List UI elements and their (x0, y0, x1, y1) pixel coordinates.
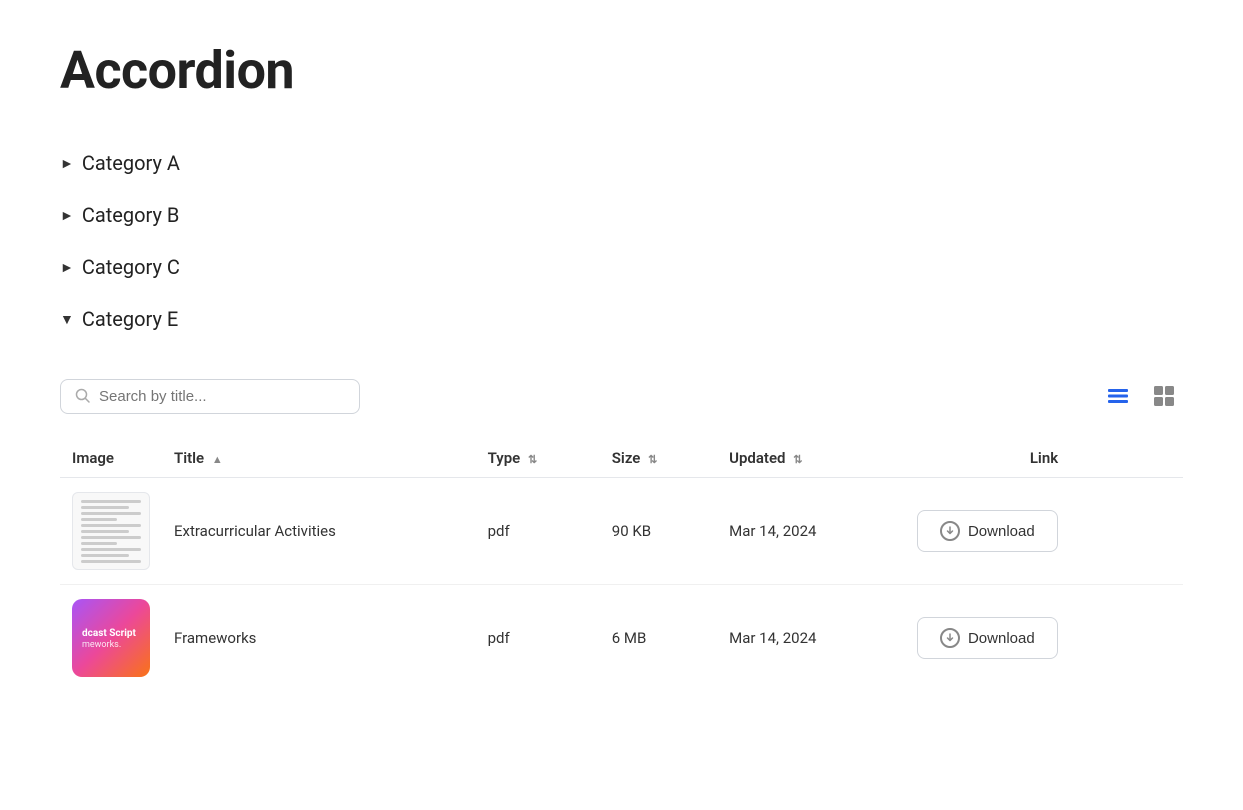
cell-size: 90 KB (600, 478, 717, 585)
files-table: Image Title ▲ Type ⇅ Size ⇅ Updated ⇅ Li… (60, 439, 1183, 691)
search-input[interactable] (99, 388, 345, 405)
table-row: dcast Script meworks. Frameworks pdf 6 M… (60, 585, 1183, 692)
download-button[interactable]: Download (917, 617, 1058, 659)
grid-view-button[interactable] (1145, 377, 1183, 415)
accordion-item[interactable]: ▼ Category E (60, 293, 1183, 345)
cell-title: Extracurricular Activities (162, 478, 476, 585)
download-button[interactable]: Download (917, 510, 1058, 552)
accordion-item[interactable]: ► Category A (60, 137, 1183, 189)
thumb-doc (72, 492, 150, 570)
accordion-label: Category A (82, 151, 180, 175)
cell-type: pdf (476, 585, 600, 692)
thumb-text2: meworks. (82, 640, 121, 650)
cell-updated: Mar 14, 2024 (717, 478, 905, 585)
list-view-button[interactable] (1099, 377, 1137, 415)
cell-link: Download (905, 585, 1183, 692)
search-icon (75, 388, 91, 404)
sort-icon-size: ⇅ (648, 453, 657, 466)
table-header-row: Image Title ▲ Type ⇅ Size ⇅ Updated ⇅ Li… (60, 439, 1183, 478)
cell-link: Download (905, 478, 1183, 585)
cell-image (60, 478, 162, 585)
sort-icon-title: ▲ (212, 453, 223, 466)
table-row: Extracurricular Activities pdf 90 KB Mar… (60, 478, 1183, 585)
col-link: Link (905, 439, 1183, 478)
list-view-icon (1105, 383, 1131, 409)
sort-icon-type: ⇅ (528, 453, 537, 466)
col-title[interactable]: Title ▲ (162, 439, 476, 478)
cell-size: 6 MB (600, 585, 717, 692)
thumb-text1: dcast Script (82, 627, 136, 640)
col-type[interactable]: Type ⇅ (476, 439, 600, 478)
accordion-arrow: ► (60, 207, 74, 224)
accordion-label: Category B (82, 203, 180, 227)
accordion-arrow: ► (60, 155, 74, 172)
download-icon (940, 628, 960, 648)
cell-updated: Mar 14, 2024 (717, 585, 905, 692)
accordion-label: Category E (82, 307, 178, 331)
search-toolbar (60, 377, 1183, 415)
table-body: Extracurricular Activities pdf 90 KB Mar… (60, 478, 1183, 692)
col-updated[interactable]: Updated ⇅ (717, 439, 905, 478)
col-size[interactable]: Size ⇅ (600, 439, 717, 478)
cell-title: Frameworks (162, 585, 476, 692)
accordion-item[interactable]: ► Category B (60, 189, 1183, 241)
search-box (60, 379, 360, 414)
download-icon (940, 521, 960, 541)
cell-type: pdf (476, 478, 600, 585)
table-header: Image Title ▲ Type ⇅ Size ⇅ Updated ⇅ Li… (60, 439, 1183, 478)
accordion-arrow: ▼ (60, 311, 74, 328)
sort-icon-updated: ⇅ (793, 453, 802, 466)
page-title: Accordion (60, 40, 1183, 101)
accordion-list: ► Category A► Category B► Category C▼ Ca… (60, 137, 1183, 345)
cell-image: dcast Script meworks. (60, 585, 162, 692)
thumb-gradient: dcast Script meworks. (72, 599, 150, 677)
grid-view-icon (1151, 383, 1177, 409)
accordion-label: Category C (82, 255, 180, 279)
accordion-arrow: ► (60, 259, 74, 276)
accordion-item[interactable]: ► Category C (60, 241, 1183, 293)
col-image: Image (60, 439, 162, 478)
view-toggles (1099, 377, 1183, 415)
